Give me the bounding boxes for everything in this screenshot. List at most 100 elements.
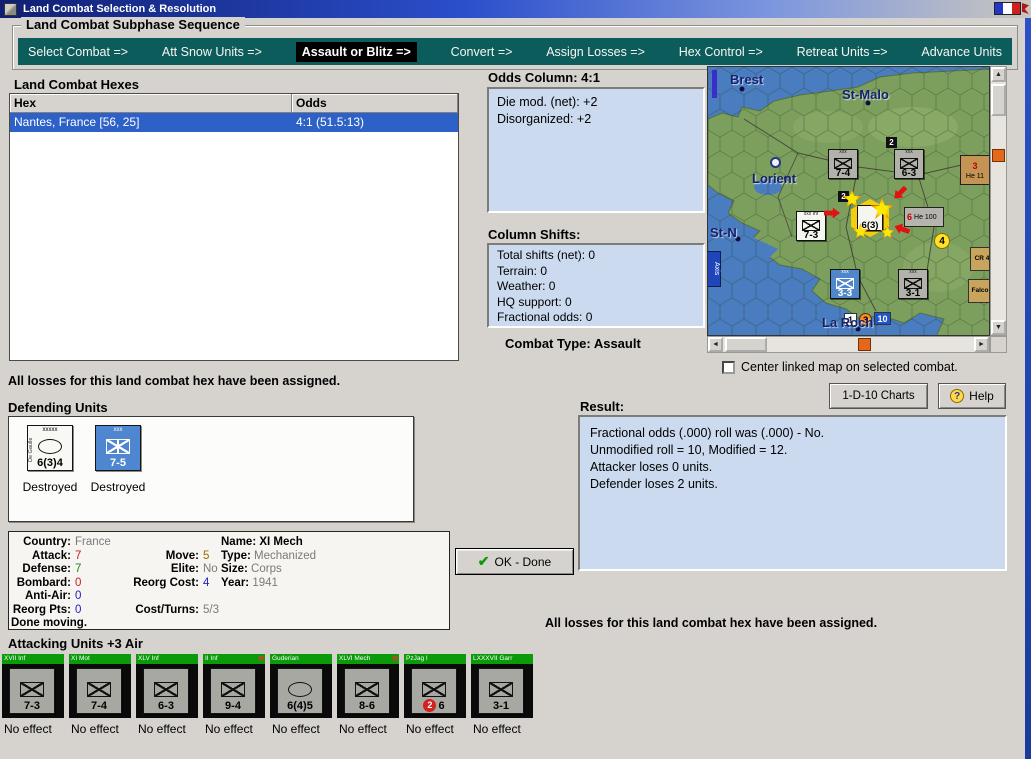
anti-air-label: Anti-Air: [25, 590, 71, 602]
attacking-units-strip: XVII Inf 7-3 No effect XI Mot 7-4 No eff… [0, 654, 1031, 754]
map-unit-falco[interactable]: Falco [968, 279, 989, 303]
combat-location-marker [858, 338, 871, 351]
shift-line: Terrain: 0 [497, 263, 548, 278]
attacking-unit-lxxxvii-garr[interactable]: LXXXVII Garr 3-1 No effect [471, 654, 533, 736]
attacking-unit-xi-mot[interactable]: XI Mot 7-4 No effect [69, 654, 131, 736]
seq-step-select-combat: Select Combat => [28, 44, 129, 59]
unit-status: Destroyed [90, 480, 146, 494]
horizontal-scroll-thumb[interactable] [725, 337, 767, 352]
unit-status: No effect [473, 722, 521, 736]
defending-units-panel: xxxxx De Gaulle 6(3)4 Destroyed xxx 7-5 … [8, 416, 414, 522]
map-marker-4: 4 [934, 233, 950, 249]
name-label: Name: [221, 536, 257, 548]
attacking-unit-ii-inf[interactable]: II Inf R 9-4 No effect [203, 654, 265, 736]
check-icon: ✔ [477, 553, 490, 569]
reorg-pts-value: 0 [75, 603, 82, 616]
combat-hexes-table: Hex Odds Nantes, France [56, 25] 4:1 (51… [9, 93, 459, 361]
scroll-left-button[interactable]: ◄ [708, 337, 723, 352]
window-title: Land Combat Selection & Resolution [23, 3, 217, 15]
unit-counter: 7-4 [76, 668, 122, 714]
attacking-unit-xlv-inf[interactable]: XLV Inf 6-3 No effect [136, 654, 198, 736]
seq-step-assault-or-blitz: Assault or Blitz => [295, 41, 417, 62]
map-unit-6-3[interactable]: xxx 6-3 [894, 149, 924, 179]
cost-turns-value: 5/3 [203, 603, 219, 616]
attack-label: Attack: [32, 549, 71, 562]
vertical-scroll-thumb[interactable] [991, 84, 1006, 116]
stack-badge: 2 [886, 137, 897, 148]
scroll-down-button[interactable]: ▼ [991, 320, 1006, 335]
attacking-unit-pzjag-i[interactable]: PzJag I 26 No effect [404, 654, 466, 736]
seq-step-retreat-units: Retreat Units => [796, 44, 888, 59]
attacking-unit-guderian[interactable]: Guderian 6(4)5 No effect [270, 654, 332, 736]
result-line: Fractional odds (.000) roll was (.000) -… [590, 426, 825, 440]
map-unit-3-1[interactable]: xxx 3-1 [898, 269, 928, 299]
country-value: France [75, 536, 111, 548]
mini-map-wrap: xxx 7-4 xxx 6-3 2 2 3 He 11 xxx Inf 7-3 … [707, 66, 1008, 354]
column-header-hex[interactable]: Hex [10, 94, 292, 113]
map-vertical-scrollbar[interactable]: ▲ ▼ [990, 66, 1007, 336]
unit-counter: 6-3 [143, 668, 189, 714]
center-map-checkbox[interactable] [722, 361, 735, 374]
cell-odds: 4:1 (51.5:13) [296, 115, 365, 129]
map-unit-3-3[interactable]: xxx 3-3 [830, 269, 860, 299]
result-line: Unmodified roll = 10, Modified = 12. [590, 443, 788, 457]
map-label-st-n: St-N [710, 225, 737, 240]
subphase-sequence-group: Land Combat Subphase Sequence Select Com… [12, 17, 1018, 70]
flag-ribbon-icon [1022, 3, 1029, 14]
map-label-brest: Brest [730, 72, 764, 87]
attacking-unit-xlvi-mech[interactable]: XLVI Mech R 8-6 No effect [337, 654, 399, 736]
defense-value: 7 [75, 563, 82, 575]
seq-step-hex-control: Hex Control => [678, 44, 763, 59]
unit-status: No effect [205, 722, 253, 736]
column-header-odds[interactable]: Odds [292, 94, 458, 113]
year-value: 1941 [252, 576, 278, 589]
unit-counter: 7-3 [9, 668, 55, 714]
country-label: Country: [23, 536, 71, 548]
window-icon [4, 2, 17, 16]
result-line: Defender loses 2 units. [590, 477, 718, 491]
map-unit-cr4[interactable]: CR 4 [970, 247, 989, 271]
hexes-title: Land Combat Hexes [14, 77, 139, 92]
help-icon: ? [950, 389, 965, 403]
scroll-right-button[interactable]: ► [974, 337, 989, 352]
size-label: Size: [221, 563, 248, 575]
map-horizontal-scrollbar[interactable]: ◄ ► [707, 336, 990, 353]
scroll-up-button[interactable]: ▲ [991, 67, 1006, 82]
losses-assigned-message: All losses for this land combat hex have… [8, 374, 341, 388]
seq-step-advance-units: Advance Units [921, 44, 1002, 59]
map-unit-7-3[interactable]: xxx Inf 7-3 [796, 211, 826, 241]
defending-unit-de-gaulle[interactable]: xxxxx De Gaulle 6(3)4 Destroyed [19, 425, 81, 494]
unit-counter: 26 [411, 668, 457, 714]
table-row-selected[interactable]: Nantes, France [56, 25] 4:1 (51.5:13) [10, 113, 458, 132]
unit-status: No effect [71, 722, 119, 736]
unit-info-panel: Country: France Name: XI Mech Attack: 7 … [8, 531, 450, 630]
attacking-unit-xvii-inf[interactable]: XVII Inf 7-3 No effect [2, 654, 64, 736]
shift-line: Total shifts (net): 0 [497, 248, 596, 262]
map-unit-7-4[interactable]: xxx 7-4 [828, 149, 858, 179]
combat-location-marker [992, 149, 1005, 162]
move-value: 5 [203, 549, 210, 562]
map-air-unit-he111[interactable]: 3 He 11 [960, 155, 989, 185]
map-marker-10: 10 [874, 312, 891, 325]
type-value: Mechanized [254, 549, 317, 562]
mini-map[interactable]: xxx 7-4 xxx 6-3 2 2 3 He 11 xxx Inf 7-3 … [707, 66, 990, 336]
help-button[interactable]: ? Help [938, 383, 1006, 409]
unit-status: No effect [406, 722, 454, 736]
ok-done-button[interactable]: ✔ OK - Done [455, 548, 574, 575]
port-circle-icon [770, 157, 781, 168]
map-air-unit-he100[interactable]: 6 He 100 [904, 207, 944, 227]
shift-line: Fractional odds: 0 [497, 310, 593, 324]
defending-unit-xi-mech[interactable]: xxx 7-5 Destroyed [87, 425, 149, 494]
shift-line: Weather: 0 [497, 279, 556, 293]
losses-assigned-message-2: All losses for this land combat hex have… [545, 616, 878, 630]
reorg-cost-value: 4 [203, 576, 210, 589]
axis-label-box: Axis [708, 251, 721, 287]
title-bar[interactable]: Land Combat Selection & Resolution [0, 0, 1031, 18]
subphase-sequence-title: Land Combat Subphase Sequence [21, 17, 245, 32]
mech-symbol-icon [106, 439, 130, 454]
unit-counter: 3-1 [478, 668, 524, 714]
center-map-checkbox-label: Center linked map on selected combat. [741, 360, 958, 374]
charts-button[interactable]: 1-D-10 Charts [829, 383, 928, 409]
seq-step-assign-losses: Assign Losses => [546, 44, 645, 59]
attack-value: 7 [75, 549, 82, 562]
